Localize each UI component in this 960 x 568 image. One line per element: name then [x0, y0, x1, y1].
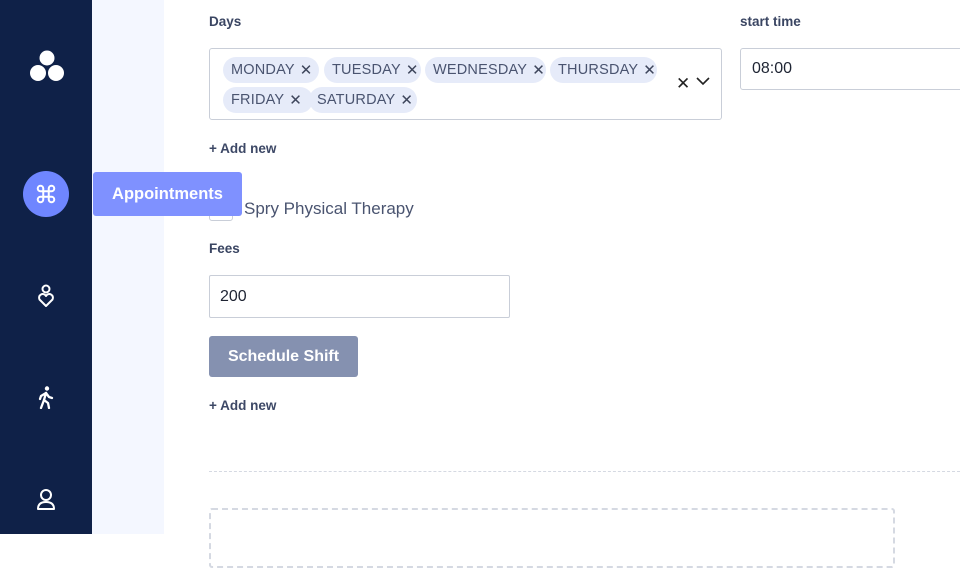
day-chip-thursday[interactable]: THURSDAY ✕ — [550, 57, 657, 83]
remove-chip-icon[interactable]: ✕ — [300, 61, 313, 79]
add-new-link-secondary[interactable]: + Add new — [209, 398, 276, 413]
remove-chip-icon[interactable]: ✕ — [289, 91, 302, 109]
day-chip-wednesday[interactable]: WEDNESDAY ✕ — [425, 57, 546, 83]
command-icon — [36, 184, 56, 204]
day-chip-saturday[interactable]: SATURDAY ✕ — [309, 87, 417, 113]
sidebar-item-appointments[interactable] — [23, 171, 69, 217]
content-gutter — [92, 0, 164, 534]
heart-person-icon — [38, 284, 54, 307]
chevron-down-icon[interactable] — [696, 76, 710, 86]
chip-label: THURSDAY — [558, 62, 639, 78]
day-chip-tuesday[interactable]: TUESDAY ✕ — [324, 57, 421, 83]
days-label: Days — [209, 14, 242, 29]
sidebar-item-profile[interactable] — [23, 476, 69, 522]
appointments-tooltip: Appointments — [93, 172, 242, 216]
section-divider — [209, 471, 960, 472]
chip-label: WEDNESDAY — [433, 62, 528, 78]
remove-chip-icon[interactable]: ✕ — [406, 61, 419, 79]
remove-chip-icon[interactable]: ✕ — [643, 61, 656, 79]
fees-input[interactable]: 200 — [209, 275, 510, 318]
schedule-shift-button[interactable]: Schedule Shift — [209, 336, 358, 377]
remove-chip-icon[interactable]: ✕ — [400, 91, 413, 109]
day-chip-monday[interactable]: MONDAY ✕ — [223, 57, 319, 83]
chip-label: FRIDAY — [231, 92, 285, 108]
walking-icon — [38, 386, 54, 409]
chip-label: TUESDAY — [332, 62, 401, 78]
sidebar-item-care[interactable] — [23, 273, 69, 319]
days-multiselect[interactable]: MONDAY ✕ TUESDAY ✕ WEDNESDAY ✕ THURSDAY … — [209, 48, 722, 120]
sidebar-item-activity[interactable] — [23, 374, 69, 420]
chip-label: SATURDAY — [317, 92, 396, 108]
user-icon — [37, 489, 55, 510]
remove-chip-icon[interactable]: ✕ — [532, 61, 545, 79]
day-chip-friday[interactable]: FRIDAY ✕ — [223, 87, 313, 113]
logo-icon[interactable] — [29, 49, 65, 83]
add-new-link[interactable]: + Add new — [209, 141, 276, 156]
sidebar — [0, 0, 92, 534]
start-time-label: start time — [740, 14, 801, 29]
clinic-checkbox-label: Spry Physical Therapy — [244, 199, 414, 218]
clear-all-icon[interactable]: ✕ — [676, 74, 690, 94]
fees-label: Fees — [209, 241, 240, 256]
start-time-input[interactable]: 08:00 — [740, 48, 960, 90]
dropzone-box — [209, 508, 895, 568]
chip-label: MONDAY — [231, 62, 295, 78]
